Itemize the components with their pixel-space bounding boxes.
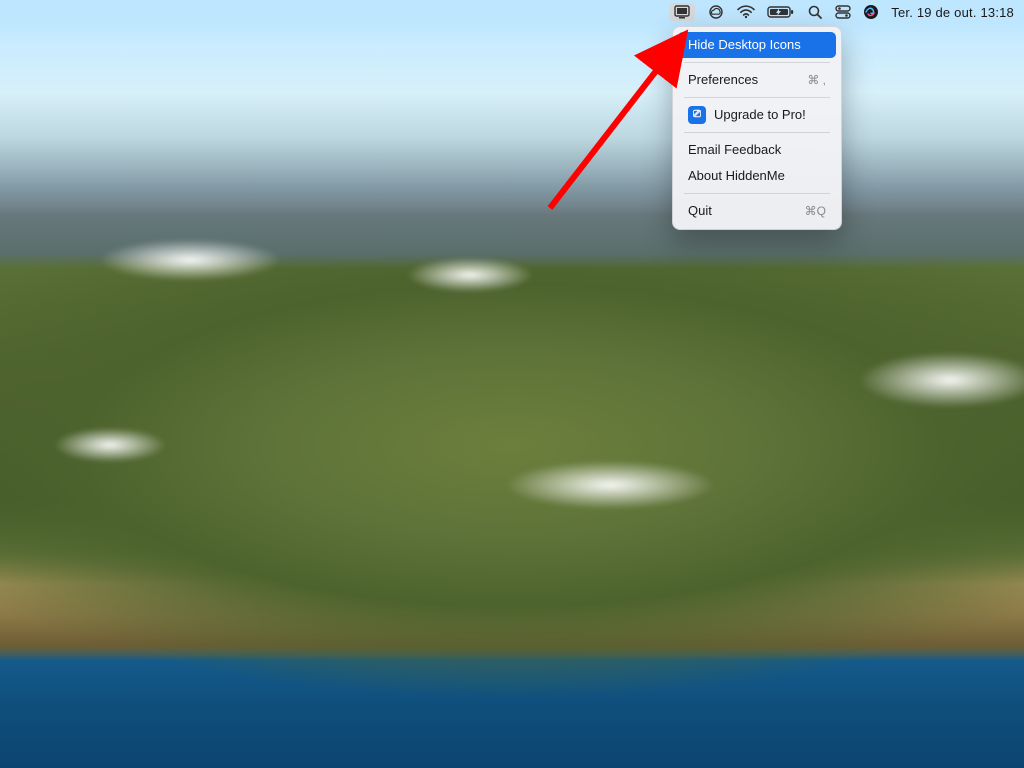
menu-item-upgrade-pro[interactable]: ⎚ Upgrade to Pro! xyxy=(678,102,836,128)
wifi-icon[interactable] xyxy=(737,3,755,21)
menu-item-preferences[interactable]: Preferences ⌘ , xyxy=(678,67,836,93)
menu-item-label: Email Feedback xyxy=(688,141,781,159)
menu-item-shortcut: ⌘ , xyxy=(807,71,826,89)
hiddenme-status-icon[interactable] xyxy=(669,3,695,21)
siri-icon[interactable] xyxy=(863,3,879,21)
control-center-icon[interactable] xyxy=(835,3,851,21)
creative-cloud-icon[interactable] xyxy=(707,3,725,21)
menu-separator xyxy=(684,62,830,63)
menu-item-label: Quit xyxy=(688,202,712,220)
menu-item-about[interactable]: About HiddenMe xyxy=(678,163,836,189)
menu-item-label: About HiddenMe xyxy=(688,167,785,185)
menu-separator xyxy=(684,193,830,194)
menu-bar: Ter. 19 de out. 13:18 xyxy=(0,0,1024,24)
hiddenme-menu: Hide Desktop Icons Preferences ⌘ , ⎚ Upg… xyxy=(672,26,842,230)
cloud-decoration xyxy=(820,340,1024,420)
cloud-decoration xyxy=(460,450,760,520)
battery-charging-icon[interactable] xyxy=(767,3,795,21)
cloud-decoration xyxy=(30,420,190,470)
menu-item-label: Preferences xyxy=(688,71,758,89)
menu-item-email-feedback[interactable]: Email Feedback xyxy=(678,137,836,163)
spotlight-icon[interactable] xyxy=(807,3,823,21)
menu-item-shortcut: ⌘Q xyxy=(805,202,826,220)
menu-bar-clock[interactable]: Ter. 19 de out. 13:18 xyxy=(891,5,1014,20)
menu-item-label: Upgrade to Pro! xyxy=(714,106,806,124)
menu-item-quit[interactable]: Quit ⌘Q xyxy=(678,198,836,224)
cloud-decoration xyxy=(380,250,560,300)
menu-item-label: Hide Desktop Icons xyxy=(688,36,801,54)
menu-item-hide-desktop-icons[interactable]: Hide Desktop Icons xyxy=(678,32,836,58)
menu-separator xyxy=(684,132,830,133)
menu-separator xyxy=(684,97,830,98)
cloud-decoration xyxy=(60,230,320,290)
pro-badge-icon: ⎚ xyxy=(688,106,706,124)
